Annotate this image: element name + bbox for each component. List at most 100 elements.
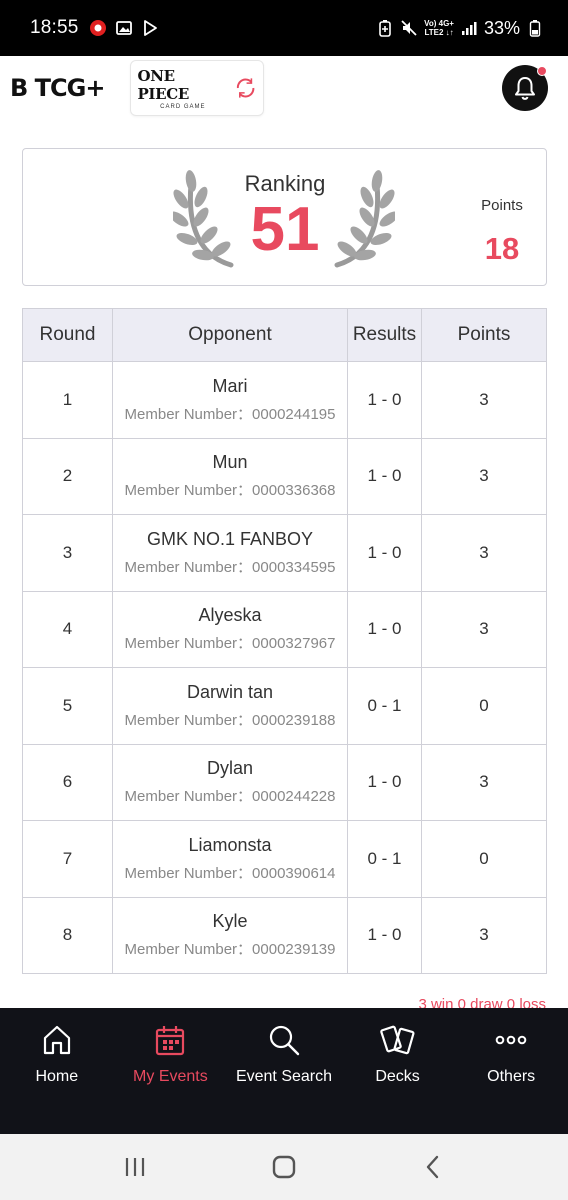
header-opponent: Opponent <box>112 308 348 362</box>
opponent-cell: Liamonsta Member Number：0000390614 <box>112 820 348 898</box>
round-cell: 1 <box>22 361 113 439</box>
nav-decks[interactable]: Decks <box>341 1008 455 1134</box>
points-cell: 3 <box>421 590 547 668</box>
member-number: Member Number：0000327967 <box>124 635 336 653</box>
notification-badge <box>537 66 547 76</box>
home-icon <box>39 1022 75 1058</box>
battery-saver-icon <box>376 19 394 37</box>
table-row: 3 GMK NO.1 FANBOY Member Number：000033459… <box>22 514 547 592</box>
member-number: Member Number：0000239139 <box>124 941 336 959</box>
ranking-label: Ranking <box>244 171 326 196</box>
points-label: Points <box>481 197 523 214</box>
table-row: 8 Kyle Member Number：0000239139 1 - 0 3 <box>22 896 547 974</box>
back-icon <box>427 1155 439 1179</box>
opponent-name: Kyle <box>212 911 248 932</box>
nav-others[interactable]: Others <box>454 1008 568 1134</box>
opponent-name: Alyeska <box>198 605 262 626</box>
table-row: 5 Darwin tan Member Number：0000239188 0 -… <box>22 667 547 745</box>
member-number: Member Number：0000244195 <box>124 405 336 423</box>
status-left-icons <box>89 19 159 37</box>
app-notification-icon <box>89 19 107 37</box>
opponent-name: Dylan <box>206 758 254 779</box>
header-round: Round <box>22 308 113 362</box>
round-cell: 8 <box>22 896 113 974</box>
mute-icon <box>400 19 418 37</box>
game-logo-text: ONE PIECE CARD GAME <box>137 67 228 110</box>
network-indicator: Vo) 4G+ LTE2 ↓↑ <box>424 19 454 37</box>
status-right-icons: Vo) 4G+ LTE2 ↓↑ 33% <box>376 18 544 39</box>
round-cell: 6 <box>22 743 113 821</box>
result-cell: 1 - 0 <box>347 437 422 515</box>
results-table: Round Opponent Results Points 1 Mari Memb… <box>22 308 547 974</box>
table-row: 2 Mun Member Number：0000336368 1 - 0 3 <box>22 437 547 515</box>
result-cell: 1 - 0 <box>347 896 422 974</box>
cards-icon <box>379 1022 416 1058</box>
opponent-cell: Dylan Member Number：0000244228 <box>112 743 348 821</box>
battery-icon <box>526 19 544 37</box>
network-bottom: LTE2 ↓↑ <box>424 28 454 37</box>
member-number: Member Number：0000244228 <box>124 788 336 806</box>
points-cell: 3 <box>421 896 547 974</box>
points-cell: 0 <box>421 667 547 745</box>
header-results: Results <box>347 308 422 362</box>
opponent-name: Mun <box>212 452 248 473</box>
brand-logo[interactable]: B TCG+ <box>10 74 105 102</box>
points-cell: 3 <box>421 361 547 439</box>
round-cell: 5 <box>22 667 113 745</box>
battery-percent: 33% <box>483 17 520 38</box>
opponent-name: Darwin tan <box>186 681 274 702</box>
round-cell: 3 <box>22 514 113 592</box>
member-number: Member Number：0000334595 <box>124 558 336 576</box>
calendar-icon <box>152 1022 188 1058</box>
search-icon <box>266 1022 302 1058</box>
ranking-card: Ranking 51 Points 18 <box>22 148 547 286</box>
home-system-button[interactable] <box>264 1147 304 1187</box>
result-cell: 1 - 0 <box>347 590 422 668</box>
table-row: 1 Mari Member Number：0000244195 1 - 0 3 <box>22 361 547 439</box>
network-top: Vo) 4G+ <box>424 19 454 28</box>
opponent-cell: Mun Member Number：0000336368 <box>112 437 348 515</box>
nav-event-search-label: Event Search <box>235 1068 333 1085</box>
member-number: Member Number：0000336368 <box>124 482 336 500</box>
opponent-name: GMK NO.1 FANBOY <box>146 528 314 549</box>
notification-button[interactable] <box>502 65 548 111</box>
header-points: Points <box>421 308 547 362</box>
result-cell: 1 - 0 <box>347 514 422 592</box>
member-number: Member Number：0000390614 <box>124 864 336 882</box>
more-icon <box>493 1022 529 1058</box>
bell-icon <box>515 77 535 100</box>
nav-home[interactable]: Home <box>0 1008 114 1134</box>
result-cell: 0 - 1 <box>347 667 422 745</box>
status-bar: 18:55 Vo) 4G+ LTE2 ↓↑ 33% <box>0 0 568 56</box>
opponent-cell: Kyle Member Number：0000239139 <box>112 896 348 974</box>
record-summary: 3 win 0 draw 0 loss <box>418 996 546 1008</box>
game-logo-main: ONE PIECE <box>137 66 190 103</box>
points-value: 18 <box>484 231 520 266</box>
opponent-name: Liamonsta <box>188 834 272 855</box>
opponent-name: Mari <box>212 375 248 396</box>
points-cell: 3 <box>421 514 547 592</box>
nav-my-events[interactable]: My Events <box>114 1008 228 1134</box>
home-system-icon <box>272 1155 296 1179</box>
nav-my-events-label: My Events <box>133 1068 208 1085</box>
result-cell: 0 - 1 <box>347 820 422 898</box>
nav-home-label: Home <box>35 1068 79 1085</box>
points-cell: 0 <box>421 820 547 898</box>
app-header: B TCG+ ONE PIECE CARD GAME <box>0 56 568 120</box>
result-cell: 1 - 0 <box>347 361 422 439</box>
opponent-cell: GMK NO.1 FANBOY Member Number：0000334595 <box>112 514 348 592</box>
game-logo[interactable]: ONE PIECE CARD GAME <box>130 60 265 116</box>
table-row: 6 Dylan Member Number：0000244228 1 - 0 3 <box>22 743 547 821</box>
nav-others-label: Others <box>487 1068 536 1085</box>
points-cell: 3 <box>421 743 547 821</box>
round-cell: 7 <box>22 820 113 898</box>
recent-apps-button[interactable] <box>115 1147 155 1187</box>
back-button[interactable] <box>413 1147 453 1187</box>
bottom-nav: Home My Events Event Search Decks Others <box>0 1008 568 1134</box>
round-cell: 2 <box>22 437 113 515</box>
signal-icon <box>460 19 478 37</box>
member-number: Member Number：0000239188 <box>124 711 336 729</box>
table-row: 7 Liamonsta Member Number：0000390614 0 - … <box>22 820 547 898</box>
nav-event-search[interactable]: Event Search <box>227 1008 341 1134</box>
opponent-cell: Mari Member Number：0000244195 <box>112 361 348 439</box>
